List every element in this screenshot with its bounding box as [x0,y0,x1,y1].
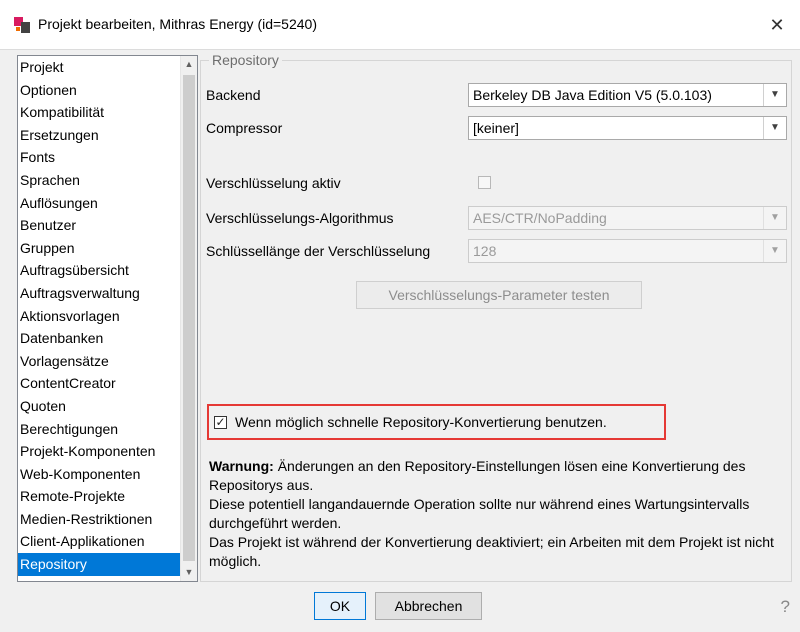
settings-nav-list[interactable]: Projekt Optionen Kompatibilität Ersetzungen… [17,55,198,582]
scroll-up-icon[interactable]: ▲ [181,56,197,73]
fast-conversion-label[interactable]: Wenn möglich schnelle Repository-Konvert… [235,414,607,430]
sidebar-item-auftragsverwaltung[interactable]: Auftragsverwaltung [18,282,181,305]
chevron-down-icon[interactable]: ▼ [763,117,786,139]
algorithm-value: AES/CTR/NoPadding [473,210,607,226]
sidebar-item-projekt[interactable]: Projekt [18,56,181,79]
title-bar: Projekt bearbeiten, Mithras Energy (id=5… [0,0,800,50]
sidebar-item-client-applikationen[interactable]: Client-Applikationen [18,530,181,553]
sidebar-item-benutzer[interactable]: Benutzer [18,214,181,237]
ok-button[interactable]: OK [314,592,366,620]
nav-scrollbar[interactable]: ▲ ▼ [180,56,197,581]
sidebar-item-auflösungen[interactable]: Auflösungen [18,192,181,215]
sidebar-item-contentcreator[interactable]: ContentCreator [18,372,181,395]
test-encryption-button[interactable]: Verschlüsselungs-Parameter testen [356,281,642,309]
nav-items: Projekt Optionen Kompatibilität Ersetzungen… [18,56,181,576]
compressor-select[interactable]: [keiner] ▼ [468,116,787,140]
sidebar-item-ersetzungen[interactable]: Ersetzungen [18,124,181,147]
scroll-down-icon[interactable]: ▼ [181,564,197,581]
sidebar-item-web-komponenten[interactable]: Web-Komponenten [18,463,181,486]
sidebar-item-vorlagensätze[interactable]: Vorlagensätze [18,350,181,373]
sidebar-item-kompatibilität[interactable]: Kompatibilität [18,101,181,124]
warning-bold: Warnung: [209,458,274,474]
warning-line-1: Änderungen an den Repository-Einstellung… [209,458,746,493]
sidebar-item-quoten[interactable]: Quoten [18,395,181,418]
algorithm-label: Verschlüsselungs-Algorithmus [206,210,394,226]
sidebar-item-datenbanken[interactable]: Datenbanken [18,327,181,350]
keylength-select[interactable]: 128 ▼ [468,239,787,263]
repository-group-legend: Repository [209,52,282,68]
sidebar-item-gruppen[interactable]: Gruppen [18,237,181,260]
sidebar-item-remote-projekte[interactable]: Remote-Projekte [18,485,181,508]
sidebar-item-optionen[interactable]: Optionen [18,79,181,102]
sidebar-item-fonts[interactable]: Fonts [18,146,181,169]
sidebar-item-projekt-komponenten[interactable]: Projekt-Komponenten [18,440,181,463]
sidebar-item-repository[interactable]: Repository [18,553,181,576]
chevron-down-icon[interactable]: ▼ [763,207,786,229]
app-icon [14,17,30,33]
window-title: Projekt bearbeiten, Mithras Energy (id=5… [38,16,317,32]
warning-line-2: Diese potentiell langandauernde Operatio… [209,496,750,531]
chevron-down-icon[interactable]: ▼ [763,240,786,262]
keylength-value: 128 [473,243,497,259]
backend-label: Backend [206,87,261,103]
warning-line-3: Das Projekt ist während der Konvertierun… [209,534,774,569]
algorithm-select[interactable]: AES/CTR/NoPadding ▼ [468,206,787,230]
sidebar-item-berechtigungen[interactable]: Berechtigungen [18,418,181,441]
sidebar-item-sprachen[interactable]: Sprachen [18,169,181,192]
scroll-thumb[interactable] [183,75,195,561]
cancel-button[interactable]: Abbrechen [375,592,482,620]
chevron-down-icon[interactable]: ▼ [763,84,786,106]
warning-text: Warnung: Änderungen an den Repository-Ei… [209,457,781,571]
sidebar-item-aktionsvorlagen[interactable]: Aktionsvorlagen [18,305,181,328]
encryption-active-checkbox[interactable] [478,176,491,189]
close-icon[interactable]: ✕ [762,10,792,40]
help-icon[interactable]: ? [781,597,790,617]
backend-value: Berkeley DB Java Edition V5 (5.0.103) [473,87,712,103]
compressor-value: [keiner] [473,120,519,136]
sidebar-item-auftragsübersicht[interactable]: Auftragsübersicht [18,259,181,282]
backend-select[interactable]: Berkeley DB Java Edition V5 (5.0.103) ▼ [468,83,787,107]
encryption-active-label: Verschlüsselung aktiv [206,175,341,191]
keylength-label: Schlüssellänge der Verschlüsselung [206,243,431,259]
fast-conversion-checkbox[interactable]: ✓ [214,416,227,429]
sidebar-item-medien-restriktionen[interactable]: Medien-Restriktionen [18,508,181,531]
compressor-label: Compressor [206,120,283,136]
